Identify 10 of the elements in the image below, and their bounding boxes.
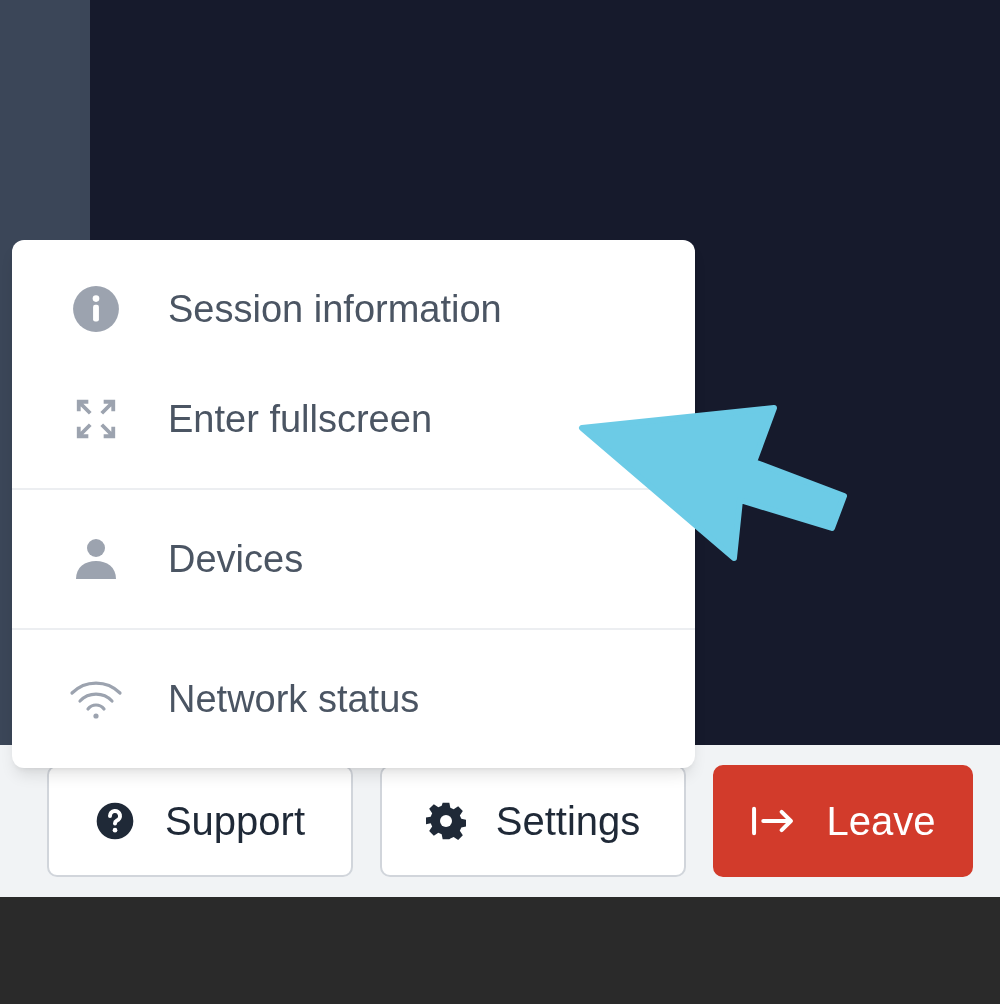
- info-icon: [71, 284, 121, 334]
- leave-button[interactable]: Leave: [713, 765, 973, 877]
- toolbar-button[interactable]: Support: [47, 765, 353, 877]
- settings-icon: [425, 801, 466, 841]
- menu-item[interactable]: Devices: [12, 504, 324, 614]
- toolbar-button[interactable]: Settings: [380, 765, 686, 877]
- help-icon: [94, 801, 135, 841]
- menu-item[interactable]: Network status: [12, 644, 440, 754]
- menu-item[interactable]: Session information: [12, 254, 522, 364]
- menu-item[interactable]: Enter fullscreen: [12, 364, 452, 474]
